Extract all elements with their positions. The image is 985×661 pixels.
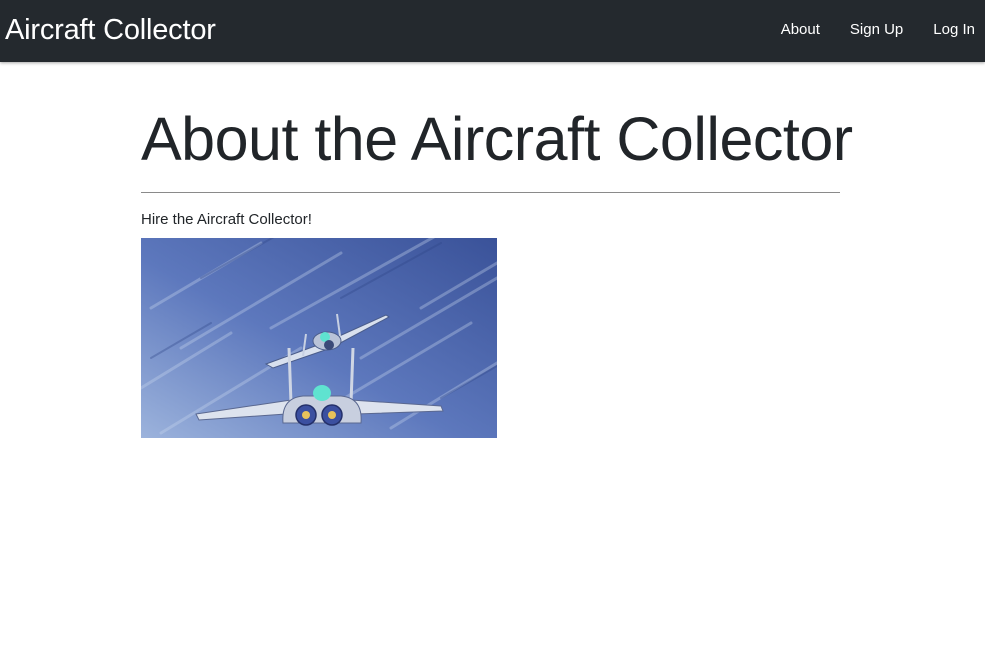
intro-text: Hire the Aircraft Collector! — [141, 211, 312, 228]
nav-links: About Sign Up Log In — [781, 19, 975, 41]
title-divider — [141, 192, 840, 193]
fighter-jets-image — [141, 238, 497, 438]
nav-link-about[interactable]: About — [781, 19, 820, 41]
top-navbar: Aircraft Collector About Sign Up Log In — [0, 0, 985, 62]
page-title: About the Aircraft Collector — [141, 105, 853, 173]
brand-link[interactable]: Aircraft Collector — [5, 12, 216, 48]
nav-link-sign-up[interactable]: Sign Up — [850, 19, 903, 41]
main-content: About the Aircraft Collector Hire the Ai… — [141, 62, 853, 438]
nav-link-log-in[interactable]: Log In — [933, 19, 975, 41]
